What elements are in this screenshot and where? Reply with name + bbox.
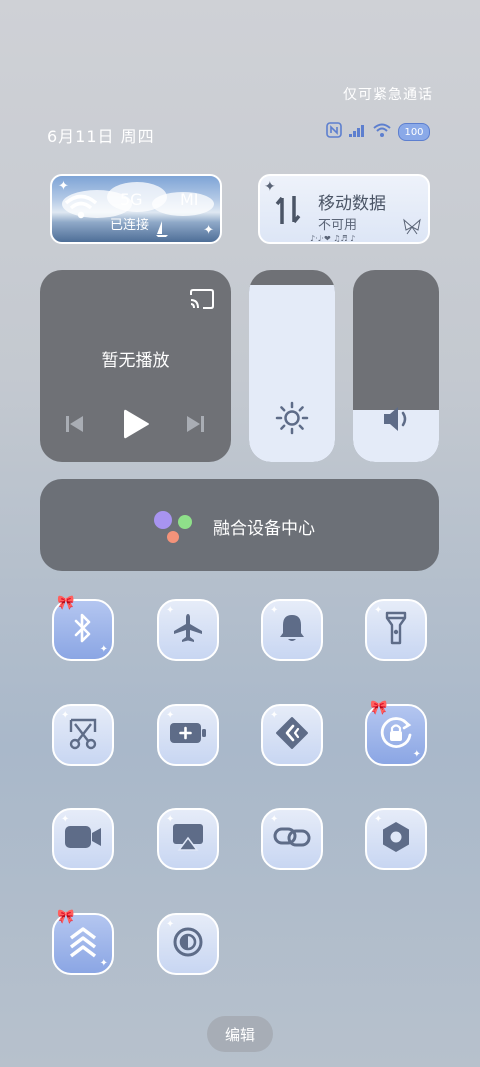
sparkle-icon: ✦ [270, 814, 279, 825]
mobile-data-title: 移动数据 [318, 194, 386, 214]
media-title: 暂无播放 [101, 351, 170, 371]
media-panel[interactable]: 暂无播放 [40, 270, 231, 462]
sparkle-icon: ✦ [166, 710, 175, 721]
sailboat-icon [156, 220, 168, 242]
sparkle-icon: ✦ [166, 919, 175, 930]
next-icon[interactable] [184, 414, 206, 438]
video-camera-icon [64, 824, 102, 854]
battery-plus-icon [169, 721, 207, 749]
wifi-tile[interactable]: ✦ ✦ 5G MI 已连接 [50, 174, 222, 244]
wifi-icon [372, 122, 392, 142]
wifi-network-name: MI [180, 190, 199, 209]
sparkle-icon: ✦ [58, 179, 69, 194]
sparkle-icon: ✦ [166, 814, 175, 825]
wifi-band: 5G [120, 190, 143, 209]
sparkle-icon: ✦ [61, 710, 70, 721]
sparkle-icon: ✦ [374, 605, 383, 616]
sparkle-icon: ✦ [166, 605, 175, 616]
battery-icon: 100 [398, 123, 430, 141]
chevrons-up-icon [68, 926, 98, 962]
edit-button[interactable]: 编辑 [207, 1016, 273, 1052]
bow-icon: 🎀 [57, 909, 75, 925]
bow-icon: 🎀 [57, 595, 75, 611]
date-text: 6月11日 周四 [47, 127, 155, 146]
sparkle-icon: ✦ [99, 644, 108, 655]
cast-diamond-icon [275, 716, 309, 754]
battery-saver-toggle[interactable]: ✦ [157, 704, 219, 766]
speaker-icon [381, 404, 413, 438]
performance-mode-toggle[interactable]: 🎀 ✦ [52, 909, 114, 975]
rotation-lock-toggle[interactable]: 🎀 ✦ [365, 700, 427, 766]
previous-icon[interactable] [64, 414, 86, 438]
sparkle-icon: ✦ [270, 605, 279, 616]
rotation-lock-icon [378, 715, 414, 755]
flashlight-icon [385, 611, 407, 649]
bow-icon: 🎀 [370, 700, 388, 716]
screen-record-toggle[interactable]: ✦ [52, 808, 114, 870]
hexagon-settings-icon [379, 820, 413, 858]
wifi-status: 已连接 [110, 218, 150, 233]
screenshot-toggle[interactable]: ✦ [52, 704, 114, 766]
status-bar-icons: 100 [326, 122, 430, 142]
sparkle-icon: ✦ [203, 223, 214, 238]
fusion-device-icon [152, 509, 194, 549]
wifi-icon [64, 194, 98, 224]
bell-icon [277, 612, 307, 648]
signal-icon [348, 123, 366, 142]
volume-slider[interactable] [353, 270, 439, 462]
mobile-data-status: 不可用 [318, 218, 358, 233]
play-icon[interactable] [122, 408, 150, 444]
fusion-device-center[interactable]: 融合设备中心 [40, 479, 439, 571]
link-toggle[interactable]: ✦ [261, 808, 323, 870]
butterfly-icon [402, 218, 422, 240]
airplay-toggle[interactable]: ✦ [157, 808, 219, 870]
fusion-device-label: 融合设备中心 [213, 519, 315, 539]
airplay-icon [171, 822, 205, 856]
dark-mode-toggle[interactable]: ✦ [157, 913, 219, 975]
cast-icon[interactable] [189, 289, 215, 313]
data-arrows-icon [274, 194, 302, 230]
bluetooth-icon [71, 612, 95, 648]
scissors-icon [67, 716, 99, 754]
bluetooth-toggle[interactable]: 🎀 ✦ [52, 595, 114, 661]
brightness-slider[interactable] [249, 270, 335, 462]
emergency-call-text: 仅可紧急通话 [343, 87, 433, 103]
sparkle-icon: ✦ [99, 958, 108, 969]
sun-icon [275, 401, 309, 439]
sparkle-icon: ✦ [264, 179, 276, 195]
flashlight-toggle[interactable]: ✦ [365, 599, 427, 661]
airplane-mode-toggle[interactable]: ✦ [157, 599, 219, 661]
sparkle-icon: ✦ [61, 814, 70, 825]
settings-toggle[interactable]: ✦ [365, 808, 427, 870]
screen-cast-toggle[interactable]: ✦ [261, 704, 323, 766]
link-icon [273, 824, 311, 854]
airplane-icon [172, 612, 204, 648]
music-notes-decoration: ♪·♩·❤ ♫♬ ♪ [310, 234, 356, 243]
contrast-icon [172, 926, 204, 962]
mobile-data-tile[interactable]: ✦ 移动数据 不可用 ♪·♩·❤ ♫♬ ♪ [258, 174, 430, 244]
sparkle-icon: ✦ [374, 814, 383, 825]
nfc-icon [326, 122, 342, 142]
sparkle-icon: ✦ [412, 749, 421, 760]
ring-mode-toggle[interactable]: ✦ [261, 599, 323, 661]
sparkle-icon: ✦ [270, 710, 279, 721]
